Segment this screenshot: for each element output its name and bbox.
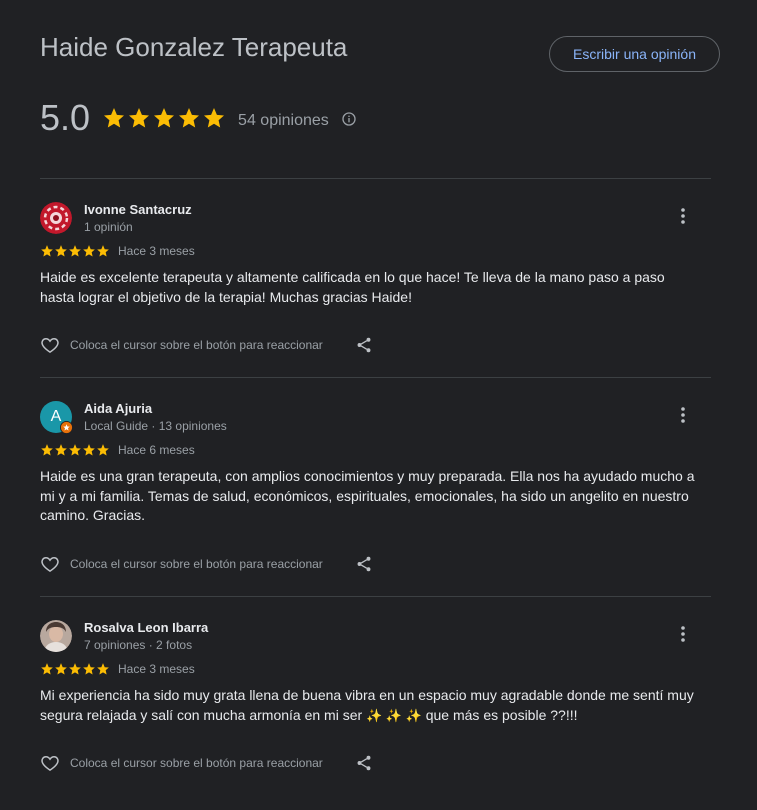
star-icon xyxy=(69,444,81,456)
rating-stars xyxy=(102,106,226,130)
review-actions: Coloca el cursor sobre el botón para rea… xyxy=(40,554,373,574)
heart-icon[interactable] xyxy=(40,753,60,773)
review-date: Hace 3 meses xyxy=(118,662,195,676)
reviewer-name[interactable]: Aida Ajuria xyxy=(84,401,152,416)
local-guide-badge-icon xyxy=(60,421,73,434)
review-rating: Hace 6 meses xyxy=(40,443,195,457)
share-icon[interactable] xyxy=(355,555,373,573)
more-options-icon[interactable] xyxy=(673,206,693,226)
divider xyxy=(40,377,711,378)
star-icon xyxy=(83,444,95,456)
review-count: 54 opiniones xyxy=(238,112,329,129)
rating-summary: 5.0 54 opiniones xyxy=(40,96,357,140)
info-icon[interactable] xyxy=(341,111,357,127)
share-icon[interactable] xyxy=(355,336,373,354)
star-icon xyxy=(55,245,67,257)
review-stars xyxy=(40,443,110,457)
star-icon xyxy=(41,245,53,257)
star-icon xyxy=(204,108,225,128)
star-icon xyxy=(104,108,125,128)
review-text-end: que más es posible ??!!! xyxy=(425,706,578,723)
average-rating: 5.0 xyxy=(40,97,91,138)
review-date: Hace 3 meses xyxy=(118,244,195,258)
avatar[interactable] xyxy=(40,202,72,234)
star-icon xyxy=(69,245,81,257)
review-rating: Hace 3 meses xyxy=(40,662,195,676)
star-icon xyxy=(154,108,175,128)
heart-icon[interactable] xyxy=(40,554,60,574)
reviewer-meta: 7 opiniones · 2 fotos xyxy=(84,638,193,652)
share-icon[interactable] xyxy=(355,754,373,772)
review-actions: Coloca el cursor sobre el botón para rea… xyxy=(40,753,373,773)
star-icon xyxy=(179,108,200,128)
star-icon xyxy=(55,663,67,675)
reviewer-name[interactable]: Rosalva Leon Ibarra xyxy=(84,620,208,635)
review-date: Hace 6 meses xyxy=(118,443,195,457)
reviewer-meta: Local Guide · 13 opiniones xyxy=(84,419,227,433)
more-options-icon[interactable] xyxy=(673,624,693,644)
divider xyxy=(40,596,711,597)
page-title: Haide Gonzalez Terapeuta xyxy=(40,32,348,62)
avatar[interactable]: A xyxy=(40,401,73,434)
review-actions: Coloca el cursor sobre el botón para rea… xyxy=(40,335,373,355)
heart-icon[interactable] xyxy=(40,335,60,355)
review-stars xyxy=(40,244,110,258)
star-icon xyxy=(69,663,81,675)
react-hint: Coloca el cursor sobre el botón para rea… xyxy=(70,557,323,571)
star-icon xyxy=(41,663,53,675)
more-options-icon[interactable] xyxy=(673,405,693,425)
review-text: Haide es excelente terapeuta y altamente… xyxy=(40,269,665,305)
star-icon xyxy=(97,245,109,257)
avatar[interactable] xyxy=(40,620,72,652)
star-icon xyxy=(41,444,53,456)
divider xyxy=(40,178,711,179)
reviewer-name[interactable]: Ivonne Santacruz xyxy=(84,202,192,217)
review-text: Haide es una gran terapeuta, con amplios… xyxy=(40,468,695,523)
reviewer-meta: 1 opinión xyxy=(84,220,133,234)
review-rating: Hace 3 meses xyxy=(40,244,195,258)
star-icon xyxy=(129,108,150,128)
react-hint: Coloca el cursor sobre el botón para rea… xyxy=(70,756,323,770)
star-icon xyxy=(97,663,109,675)
star-icon xyxy=(97,444,109,456)
star-icon xyxy=(83,245,95,257)
write-review-button[interactable]: Escribir una opinión xyxy=(549,36,720,72)
react-hint: Coloca el cursor sobre el botón para rea… xyxy=(70,338,323,352)
star-icon xyxy=(83,663,95,675)
sparkles-emoji: ✨ ✨ ✨ xyxy=(366,707,422,723)
review-stars xyxy=(40,662,110,676)
review-text: Mi experiencia ha sido muy grata llena d… xyxy=(40,686,700,725)
star-icon xyxy=(55,444,67,456)
